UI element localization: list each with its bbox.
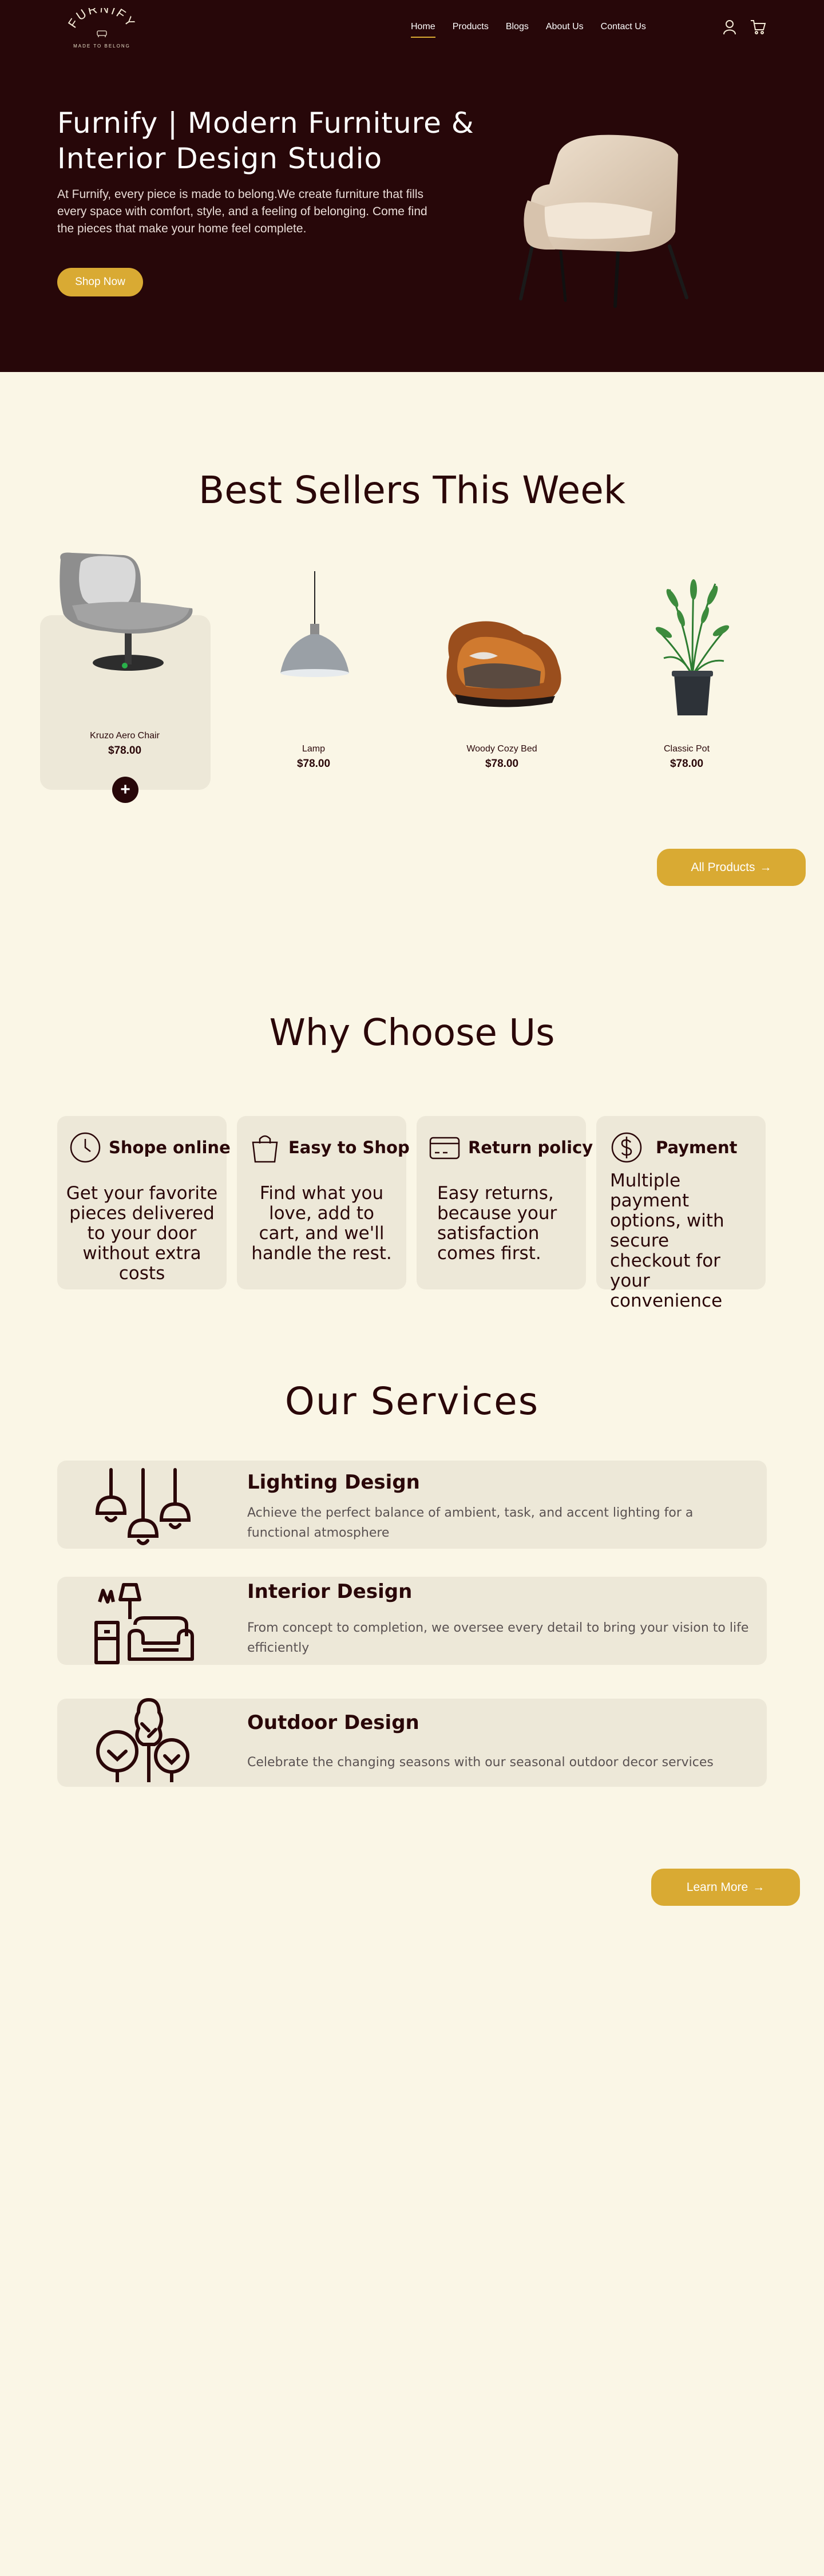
service-name: Interior Design (247, 1580, 413, 1603)
feature-card-shope-online: Shope online Get your favorite pieces de… (57, 1116, 231, 1289)
main-nav: Home Products Blogs About Us Contact Us (411, 22, 646, 38)
all-products-button[interactable]: All Products → (657, 849, 806, 886)
product-name-kruzo-aero-chair[interactable]: Kruzo Aero Chair (39, 731, 211, 741)
feature-title: Shope online (109, 1138, 231, 1157)
clock-icon (70, 1132, 101, 1163)
service-description: Achieve the perfect balance of ambient, … (247, 1506, 694, 1540)
cart-icon[interactable] (750, 18, 767, 35)
service-name: Lighting Design (247, 1471, 420, 1494)
nav-products[interactable]: Products (453, 22, 489, 35)
hero-description: At Furnify, every piece is made to belon… (57, 188, 427, 235)
feature-text: Get your favorite pieces delivered to yo… (66, 1183, 218, 1284)
logo-text: FURNIFY (68, 8, 136, 30)
product-price-kruzo-aero-chair: $78.00 (108, 745, 142, 757)
credit-card-icon (429, 1137, 460, 1160)
product-name-lamp[interactable]: Lamp (228, 744, 399, 754)
service-description: Celebrate the changing seasons with our … (247, 1755, 714, 1770)
why-choose-us-title: Why Choose Us (269, 1012, 555, 1054)
feature-card-easy-to-shop: Easy to Shop Find what you love, add to … (237, 1116, 410, 1289)
product-image-lamp[interactable] (275, 571, 355, 680)
feature-title: Payment (656, 1138, 738, 1157)
add-to-cart-button[interactable]: + (112, 777, 138, 803)
service-card-outdoor-design[interactable]: Outdoor Design Celebrate the changing se… (57, 1697, 767, 1787)
feature-card-payment: Payment Multiple payment options, with s… (596, 1116, 766, 1311)
product-price-lamp: $78.00 (296, 758, 331, 770)
dollar-icon (611, 1132, 642, 1163)
nav-home[interactable]: Home (411, 22, 435, 38)
user-icon[interactable] (721, 18, 738, 35)
logo-wordmark: FURNIFY (68, 8, 136, 37)
shop-now-button[interactable]: Shop Now (57, 268, 143, 296)
trees-icon (96, 1697, 189, 1782)
learn-more-label: Learn More (686, 1880, 748, 1894)
service-description: From concept to completion, we oversee e… (247, 1621, 749, 1655)
service-name: Outdoor Design (247, 1711, 419, 1734)
service-card-interior-design[interactable]: Interior Design From concept to completi… (57, 1577, 767, 1665)
arrow-right-icon: → (759, 860, 772, 874)
feature-text: Find what you love, add to cart, and we'… (251, 1183, 392, 1264)
svg-text:FURNIFY: FURNIFY (68, 8, 136, 30)
feature-text: Multiple payment options, with secure ch… (610, 1170, 724, 1311)
hero-armchair-image (519, 134, 688, 308)
learn-more-button[interactable]: Learn More → (651, 1869, 800, 1906)
hero-title: Furnify | Modern Furniture & Interior De… (57, 106, 474, 175)
feature-card-return-policy: Return policy Easy returns, because your… (417, 1116, 593, 1289)
all-products-label: All Products (691, 860, 755, 874)
header-actions (721, 18, 767, 35)
service-card-lighting-design[interactable]: Lighting Design Achieve the perfect bala… (57, 1461, 767, 1549)
arrow-right-icon: → (752, 1880, 765, 1894)
feature-title: Return policy (468, 1138, 593, 1157)
shopping-bag-icon (252, 1135, 278, 1163)
best-sellers-title: Best Sellers This Week (198, 468, 626, 512)
nav-blogs[interactable]: Blogs (506, 22, 529, 35)
product-name-woody-cozy-bed[interactable]: Woody Cozy Bed (416, 744, 588, 754)
product-image-kruzo-aero-chair[interactable] (55, 548, 198, 677)
feature-title: Easy to Shop (288, 1138, 410, 1157)
armchair-lamp-icon (94, 1583, 194, 1664)
nav-about-us[interactable]: About Us (546, 22, 584, 35)
sofa-icon (97, 30, 107, 37)
product-image-woody-cozy-bed[interactable] (438, 606, 569, 709)
product-name-classic-pot[interactable]: Classic Pot (601, 744, 772, 754)
product-price-woody-cozy-bed: $78.00 (485, 758, 519, 770)
feature-text: Easy returns, because your satisfaction … (437, 1183, 557, 1264)
our-services-title: Our Services (284, 1379, 540, 1423)
pendant-lights-icon (95, 1468, 191, 1545)
product-price-classic-pot: $78.00 (670, 758, 704, 770)
logo[interactable]: FURNIFY MADE TO BELONG (68, 8, 136, 54)
nav-contact-us[interactable]: Contact Us (601, 22, 646, 35)
hero-section: FURNIFY MADE TO BELONG Home Products Blo… (0, 0, 824, 372)
product-image-classic-pot[interactable] (652, 578, 732, 718)
logo-tagline: MADE TO BELONG (73, 43, 130, 49)
